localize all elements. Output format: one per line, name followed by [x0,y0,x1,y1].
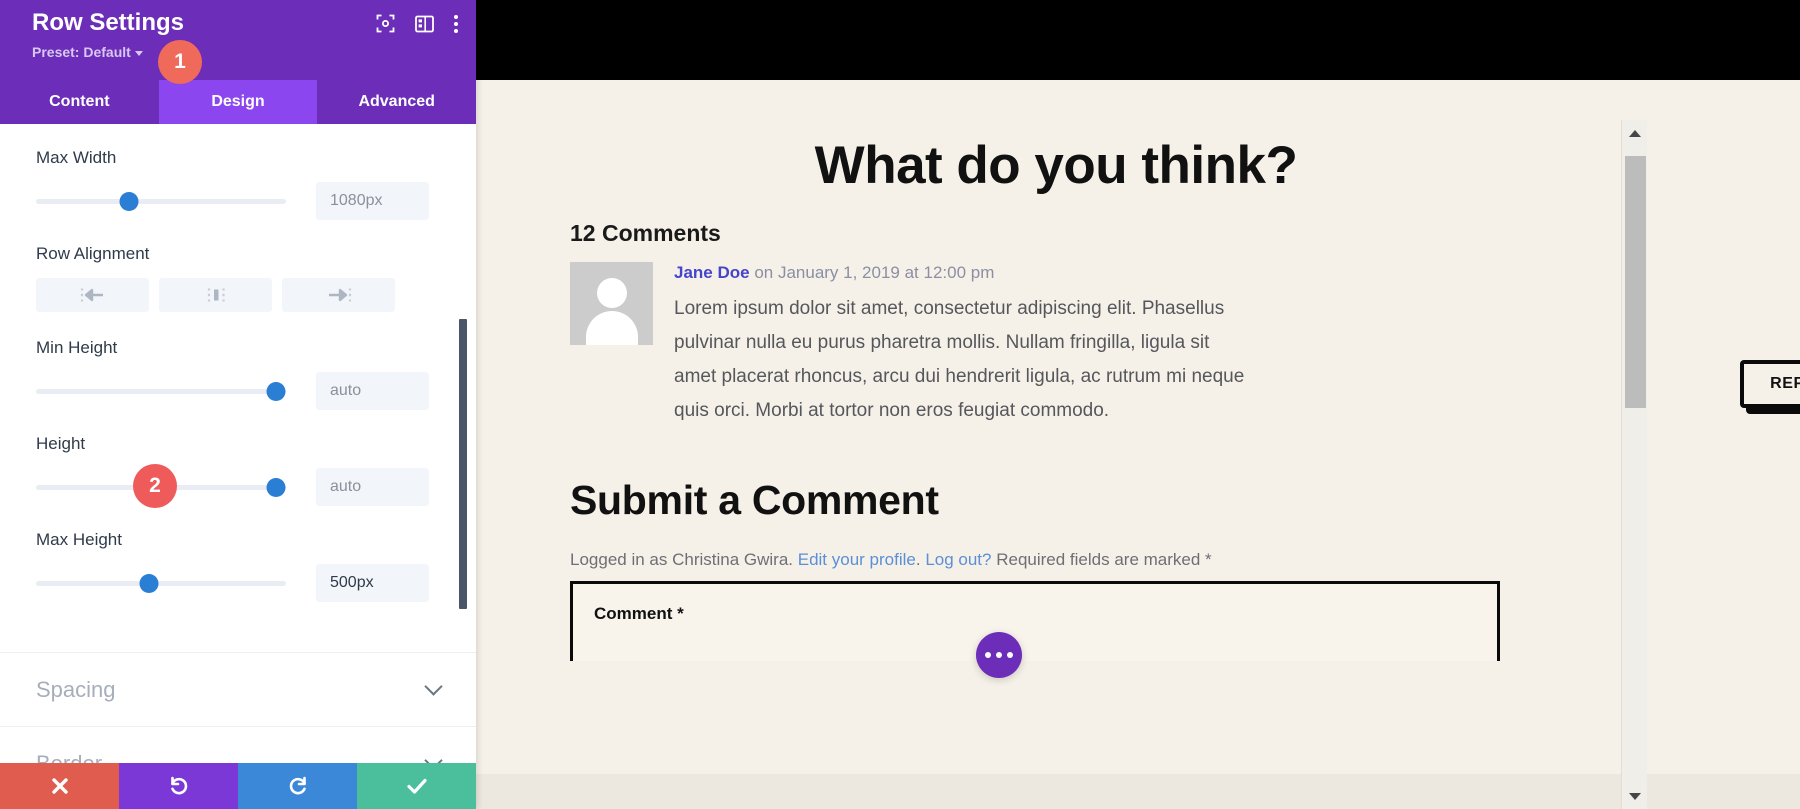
avatar [570,262,653,345]
panel-scrollbar-thumb[interactable] [459,319,467,609]
comment-textarea[interactable]: Comment * [570,581,1500,661]
input-min-height[interactable]: auto [316,372,429,410]
preview-scrollbar[interactable] [1621,120,1647,809]
logged-in-mid: . [915,550,926,569]
slider-max-width[interactable] [36,190,286,212]
panel-tabs: Content Design Advanced [0,80,476,124]
close-icon [51,778,68,794]
align-left-icon [80,288,103,302]
comments-count-heading: 12 Comments [570,220,721,246]
field-label-row-alignment: Row Alignment [36,244,150,263]
logged-in-status: Logged in as Christina Gwira. Edit your … [570,550,1212,570]
check-icon [406,778,427,794]
undo-button[interactable] [119,763,238,809]
tab-advanced[interactable]: Advanced [317,80,476,124]
logged-in-prefix: Logged in as Christina Gwira. [570,550,798,569]
field-label-max-width: Max Width [36,148,117,167]
log-out-link[interactable]: Log out? [925,550,991,569]
preset-label: Preset: Default [32,44,131,60]
scroll-up-arrow[interactable] [1622,120,1648,146]
field-max-width: Max Width 1080px [36,148,440,220]
panel-header: Row Settings Preset: Default [0,0,476,80]
save-button[interactable] [357,763,476,809]
tab-design[interactable]: Design [158,80,318,124]
slider-min-height[interactable] [36,380,286,402]
preview-bottom-strip [476,774,1800,809]
field-label-min-height: Min Height [36,338,118,357]
more-options-fab[interactable] [976,632,1022,678]
input-height[interactable]: auto [316,468,429,506]
redo-icon [289,776,306,795]
input-max-height[interactable]: 500px [316,564,429,602]
panel-action-bar [0,763,476,809]
comment-field-label: Comment * [594,604,684,623]
align-right-icon [328,288,351,302]
row-settings-panel: Row Settings Preset: Default Content Des… [0,0,476,809]
preview-scrollbar-thumb[interactable] [1625,156,1646,408]
step-badge-1: 1 [158,40,202,84]
required-fields-note: Required fields are marked * [991,550,1212,569]
page-title: What do you think? [814,136,1298,195]
chevron-down-icon [424,751,443,763]
slider-knob-max-width[interactable] [119,191,138,211]
accordion-spacing[interactable]: Spacing [0,653,476,726]
submit-comment-heading: Submit a Comment [570,477,939,523]
panel-header-icons [376,14,458,33]
edit-profile-link[interactable]: Edit your profile [798,550,916,569]
comment-date: on January 1, 2019 at 12:00 pm [749,263,995,282]
fab-dot-1 [985,652,991,658]
chevron-down-icon [424,677,443,696]
kebab-menu-icon[interactable] [454,14,458,33]
preview-page-body: What do you think? 12 Comments Jane Doe … [476,80,1800,809]
tab-content[interactable]: Content [0,80,159,124]
field-label-max-height: Max Height [36,530,122,549]
input-max-width[interactable]: 1080px [316,182,429,220]
focus-target-icon[interactable] [376,14,395,33]
reply-button[interactable]: REPLY [1740,360,1800,408]
comment-body-text: Lorem ipsum dolor sit amet, consectetur … [674,298,1245,421]
align-center-button[interactable] [159,278,272,312]
align-right-button[interactable] [282,278,395,312]
accordion-label-border: Border [36,750,103,764]
field-label-height: Height [36,434,86,453]
accordion-border[interactable]: Border [0,727,476,763]
scroll-down-arrow[interactable] [1622,783,1648,809]
comment-meta: Jane Doe on January 1, 2019 at 12:00 pm [674,262,994,284]
website-preview: What do you think? 12 Comments Jane Doe … [476,0,1800,809]
undo-icon [170,776,187,795]
slider-knob-min-height[interactable] [266,381,286,401]
chevron-down-icon [134,50,143,56]
accordion-label-spacing: Spacing [36,676,116,702]
align-center-icon [207,288,225,302]
slider-knob-height[interactable] [266,477,286,497]
panel-scroll-area: Max Width 1080px Row Alignment Min Heigh… [0,124,476,763]
comment-author-link[interactable]: Jane Doe [674,263,750,282]
step-badge-2: 2 [133,464,177,508]
cancel-button[interactable] [0,763,119,809]
slider-knob-max-height[interactable] [139,573,158,593]
field-min-height: Min Height auto [36,338,440,410]
field-max-height: Max Height 500px [36,530,440,602]
fab-dot-2 [996,652,1002,658]
slider-max-height[interactable] [36,572,286,594]
panel-layout-icon[interactable] [415,15,434,33]
field-height: Height auto [36,434,440,506]
redo-button[interactable] [238,763,357,809]
panel-title: Row Settings [32,9,185,36]
preset-selector[interactable]: Preset: Default [32,44,143,60]
app-root: What do you think? 12 Comments Jane Doe … [0,0,1800,809]
align-left-button[interactable] [36,278,149,312]
fab-dot-3 [1007,652,1013,658]
preview-top-black-bar [476,0,1800,80]
field-row-alignment: Row Alignment [36,244,440,312]
